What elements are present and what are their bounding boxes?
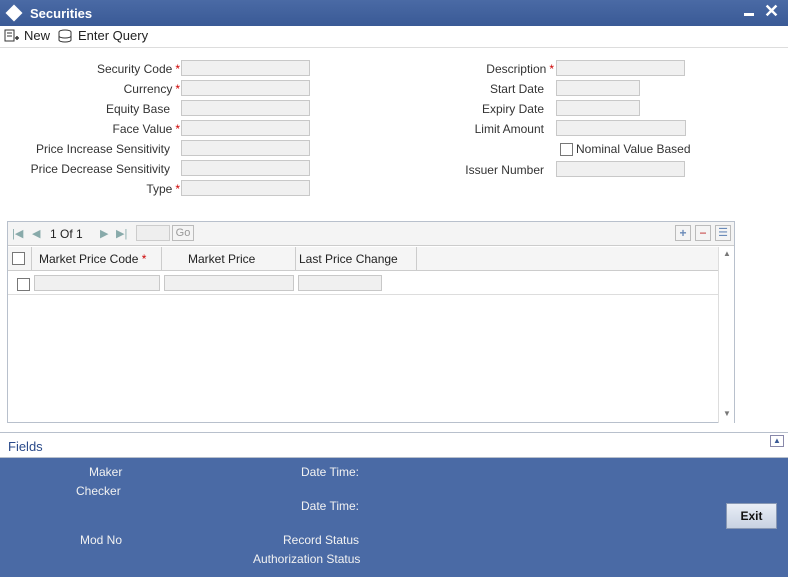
currency-label: Currency * [123,82,180,96]
collapse-icon[interactable]: ▲ [770,435,784,447]
single-view-icon[interactable]: ☰ [715,225,731,241]
new-button[interactable]: New [4,28,50,43]
close-icon[interactable]: ✕ [764,2,779,20]
issuer-number-label: Issuer Number [465,163,544,177]
description-input[interactable] [556,60,685,76]
start-date-input[interactable] [556,80,640,96]
window-title: Securities [30,6,93,21]
currency-input[interactable] [181,80,310,96]
delete-row-icon[interactable]: − [695,225,711,241]
nominal-value-based-label: Nominal Value Based [576,142,691,156]
minimize-icon[interactable] [744,13,754,16]
equity-base-input[interactable] [181,100,310,116]
maker-date-time-label: Date Time: [301,465,360,479]
maker-label: Maker [89,465,123,479]
app-diamond-icon [5,4,23,22]
grid-header: Market Price Code * Market Price Last Pr… [8,247,718,271]
enter-query-button[interactable]: Enter Query [58,28,148,43]
select-all-checkbox[interactable] [12,252,25,265]
column-market-price-code[interactable]: Market Price Code * [32,247,162,271]
toolbar: New Enter Query [0,26,788,48]
select-all-cell [8,247,32,271]
mod-no-label: Mod No [80,533,123,547]
type-input[interactable] [181,180,310,196]
equity-base-label: Equity Base [105,102,170,116]
new-label: New [24,28,51,43]
limit-amount-label: Limit Amount [474,122,544,136]
nominal-value-based-checkbox[interactable] [560,143,573,156]
row-checkbox[interactable] [17,278,30,291]
page-number-input[interactable] [136,225,170,241]
expiry-date-label: Expiry Date [481,102,544,116]
next-page-icon[interactable]: ▶ [100,227,108,240]
database-query-icon [58,29,74,43]
price-increase-sensitivity-input[interactable] [181,140,310,156]
row-last-price-change-input[interactable] [298,275,382,291]
limit-amount-input[interactable] [556,120,686,136]
description-label: Description * [486,62,554,76]
previous-page-icon[interactable]: ◀ [32,227,40,240]
face-value-label: Face Value * [112,122,180,136]
issuer-number-input[interactable] [556,161,685,177]
column-last-price-change[interactable]: Last Price Change [296,247,417,271]
type-label: Type * [146,182,180,196]
new-document-icon [4,29,20,43]
table-row [8,272,718,295]
expiry-date-input[interactable] [556,100,640,116]
page-indicator: 1 Of 1 [50,227,83,241]
add-row-icon[interactable]: + [675,225,691,241]
record-status-label: Record Status [283,533,360,547]
enter-query-label: Enter Query [78,28,149,43]
column-market-price[interactable]: Market Price [162,247,296,271]
audit-footer: Maker Checker Mod No Date Time: Date Tim… [0,458,788,577]
title-bar: Securities ✕ [0,0,788,26]
scroll-up-icon[interactable]: ▲ [723,249,731,258]
face-value-input[interactable] [181,120,310,136]
scroll-down-icon[interactable]: ▼ [723,409,731,418]
price-decrease-sensitivity-label: Price Decrease Sensitivity [30,162,170,176]
security-code-input[interactable] [181,60,310,76]
security-code-label: Security Code * [96,62,180,76]
price-decrease-sensitivity-input[interactable] [181,160,310,176]
exit-button[interactable]: Exit [726,503,777,529]
checker-label: Checker [76,484,121,498]
row-market-price-input[interactable] [164,275,294,291]
grid-vertical-scrollbar[interactable]: ▲ ▼ [718,247,734,423]
checker-date-time-label: Date Time: [301,499,360,513]
fields-bar: Fields ▲ [0,432,788,458]
price-increase-sensitivity-label: Price Increase Sensitivity [35,142,170,156]
start-date-label: Start Date [489,82,544,96]
market-price-grid: |◀ ◀ 1 Of 1 ▶ ▶| Go + − ☰ Market Price C… [7,221,735,423]
last-page-icon[interactable]: ▶| [116,227,127,240]
first-page-icon[interactable]: |◀ [12,227,23,240]
authorization-status-label: Authorization Status [253,552,361,566]
go-button[interactable]: Go [172,225,194,241]
grid-pagination-bar: |◀ ◀ 1 Of 1 ▶ ▶| Go + − ☰ [8,222,734,246]
fields-link[interactable]: Fields [8,439,43,454]
row-market-price-code-input[interactable] [34,275,160,291]
